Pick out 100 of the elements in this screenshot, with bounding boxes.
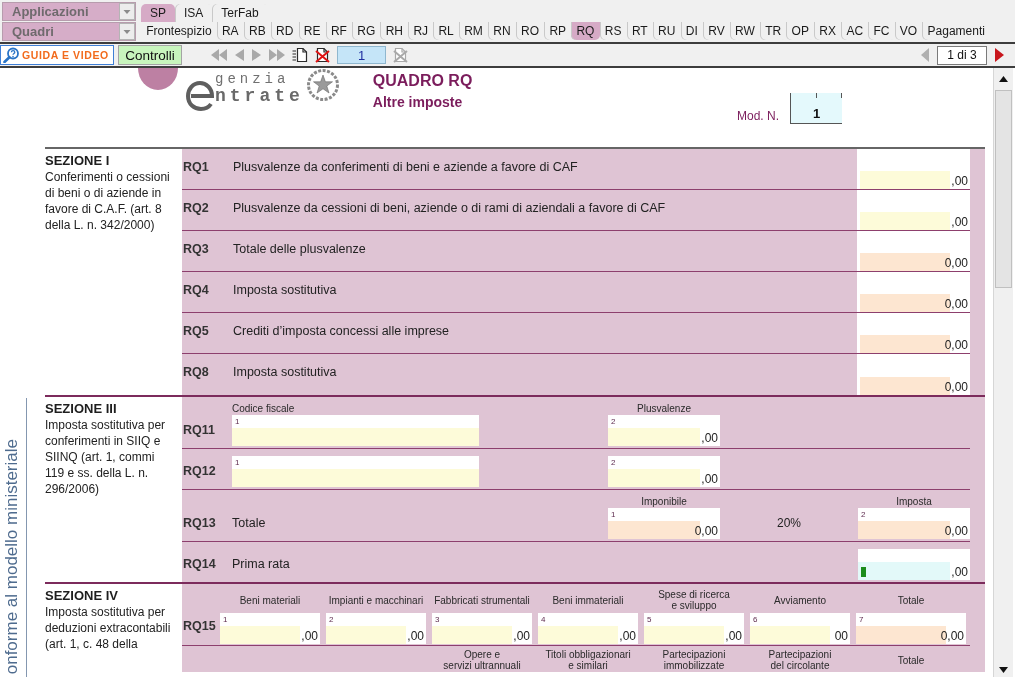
logo-text: genzia (215, 72, 291, 87)
tab[interactable]: ISA (175, 4, 213, 22)
input-field[interactable]: 4 ,00 (538, 613, 638, 644)
row-label: Totale delle plusvalenze (233, 241, 366, 257)
tab[interactable]: RD (270, 22, 299, 40)
form-title: QUADRO RQ (372, 72, 473, 90)
section-description: Imposta sostitutiva per conferimenti in SIIQ e SIINQ (art. 1, commi 119 e ss. della L. n. 296/2006) (45, 417, 167, 497)
input-field[interactable]: 2 ,00 (608, 415, 720, 446)
row-label: Plusvalenze da conferimenti di beni e aziende a favore di CAF (233, 159, 578, 175)
tab[interactable]: RX (814, 22, 842, 40)
column-header: Avviamento (773, 594, 827, 606)
tab[interactable]: RW (729, 22, 760, 40)
computed-field[interactable]: 0,00 (860, 334, 970, 353)
column-header: Titoli obbligazionari e similari (544, 649, 632, 671)
row-code: RQ5 (182, 323, 209, 339)
input-field[interactable]: 2 ,00 (326, 613, 426, 644)
tab[interactable]: TR (760, 22, 787, 40)
scroll-up-icon[interactable] (999, 76, 1008, 82)
emblem-icon (305, 68, 340, 102)
tab[interactable]: RL (433, 22, 459, 40)
tab[interactable]: RA (216, 22, 244, 40)
input-field[interactable]: ,00 (858, 549, 970, 580)
tab[interactable]: RU (652, 22, 681, 40)
tab[interactable]: FC (868, 22, 895, 40)
section-title: SEZIONE IV (45, 588, 119, 604)
row-label: Prima rata (232, 557, 290, 573)
tab[interactable]: Frontespizio (141, 22, 217, 40)
tab[interactable]: RJ (408, 22, 434, 40)
computed-field[interactable]: 0,00 (860, 293, 970, 312)
tab[interactable]: AC (841, 22, 869, 40)
record-number-field[interactable]: 1 (337, 46, 386, 64)
row-label: Imposta sostitutiva (233, 282, 337, 298)
computed-field[interactable]: 7 0,00 (856, 613, 966, 644)
tab[interactable]: RN (488, 22, 516, 40)
input-field[interactable]: 2 ,00 (608, 456, 720, 487)
tab[interactable]: SP (141, 4, 175, 22)
tab[interactable]: RH (380, 22, 409, 40)
tab[interactable]: TerFab (212, 4, 268, 22)
field-number: 1 (234, 416, 240, 426)
section-description: Conferimenti o cessioni di beni o di aziende in favore di C.A.F. (art. 8 della L. n. 342/2000) (45, 169, 171, 233)
caret-icon[interactable] (119, 3, 135, 20)
field-number: 1 (610, 509, 616, 519)
field-number: 2 (610, 416, 616, 426)
column-header: Plusvalenze (637, 404, 691, 414)
column-header: Beni materiali (239, 594, 301, 606)
column-header: Partecipazioni del circolante (767, 649, 833, 671)
computed-field[interactable]: 0,00 (860, 252, 970, 271)
caret-icon[interactable] (119, 23, 135, 40)
check-button[interactable]: Controlli (118, 45, 182, 65)
scrollbar-track[interactable] (993, 68, 1013, 677)
column-header: Fabbricati strumentali (434, 594, 530, 606)
scroll-down-icon[interactable] (999, 667, 1008, 673)
tab[interactable]: RO (515, 22, 545, 40)
tab[interactable]: RQ (571, 22, 600, 40)
tab[interactable]: RM (459, 22, 489, 40)
tab[interactable]: OP (786, 22, 815, 40)
column-header: Imponibile (641, 497, 687, 507)
field-number: 1 (234, 457, 240, 467)
computed-field[interactable]: 0,00 (860, 376, 970, 395)
input-field[interactable]: 1 (232, 415, 479, 446)
next-page-icon[interactable] (994, 47, 1005, 63)
page-indicator: 1 di 3 (937, 45, 987, 65)
input-field[interactable]: 3 ,00 (432, 613, 532, 644)
column-header: Opere e servizi ultrannuali (442, 649, 522, 671)
input-field[interactable]: 1 (232, 456, 479, 487)
input-field[interactable]: ,00 (860, 211, 970, 230)
computed-field[interactable]: 2 0,00 (858, 508, 970, 539)
column-header: Partecipazioni immobilizzate (661, 649, 727, 671)
tab[interactable]: RG (352, 22, 381, 40)
section-title: SEZIONE III (45, 401, 118, 417)
computed-field[interactable]: 1 0,00 (608, 508, 720, 539)
column-header: Totale (897, 594, 925, 606)
tab[interactable]: RT (626, 22, 653, 40)
tab[interactable]: VO (894, 22, 923, 40)
row-code: RQ12 (182, 464, 216, 480)
new-page-icon[interactable] (292, 47, 308, 63)
field-number: 4 (540, 614, 546, 624)
tab[interactable]: DI (680, 22, 703, 40)
input-field[interactable]: ,00 (860, 170, 970, 189)
row-code: RQ14 (182, 557, 216, 573)
row-code: RQ8 (182, 364, 209, 380)
column-header: Totale (897, 654, 925, 666)
tab[interactable]: RP (544, 22, 572, 40)
field-number: 1 (222, 614, 228, 624)
tab[interactable]: RE (298, 22, 326, 40)
scrollbar-thumb[interactable] (995, 90, 1012, 288)
tab[interactable]: Pagamenti (922, 22, 991, 40)
row-code: RQ15 (182, 619, 216, 635)
input-field[interactable]: 5 ,00 (644, 613, 744, 644)
delete-page-icon[interactable] (314, 47, 331, 63)
module-number-field[interactable]: 1 (790, 93, 842, 124)
tab[interactable]: RS (599, 22, 627, 40)
tab[interactable]: RB (243, 22, 271, 40)
input-field[interactable]: 6 00 (750, 613, 850, 644)
row-label: Plusvalenze da cessioni di beni, aziende o di rami di aziendali a favore di CAF (233, 200, 666, 216)
tab[interactable]: RV (703, 22, 730, 40)
section-description: Imposta sostitutiva per deduzioni extracontabili (art. 1, c. 48 della (45, 604, 172, 652)
tab[interactable]: RF (325, 22, 353, 40)
column-header: Beni immateriali (552, 594, 624, 606)
input-field[interactable]: 1 ,00 (220, 613, 320, 644)
